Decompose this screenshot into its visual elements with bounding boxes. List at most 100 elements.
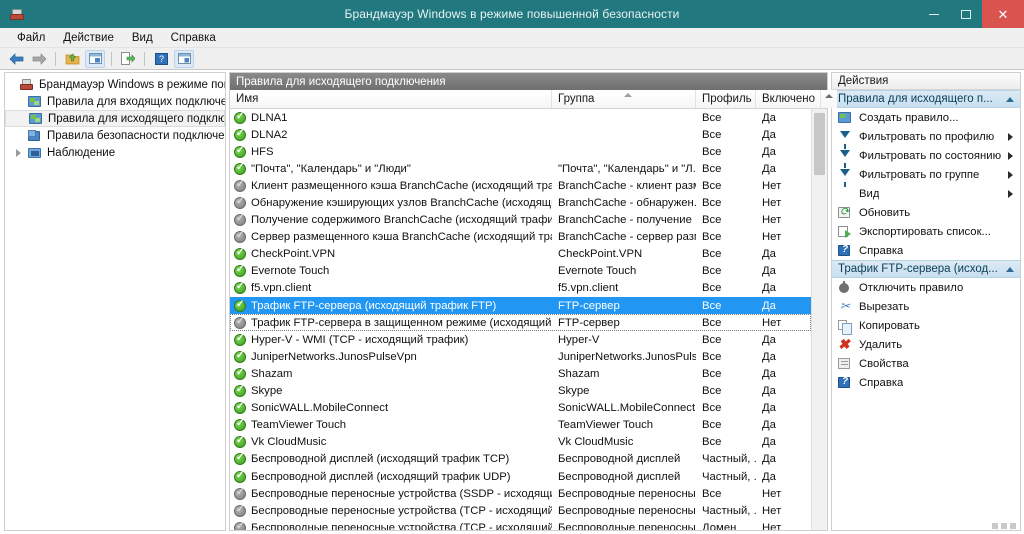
- cell-profile: Все: [696, 419, 756, 431]
- menu-help[interactable]: Справка: [162, 30, 225, 46]
- up-folder-icon[interactable]: [62, 50, 82, 68]
- rule-name: HFS: [251, 146, 274, 158]
- action-item[interactable]: Свойства: [832, 354, 1020, 373]
- submenu-arrow-icon[interactable]: [1008, 152, 1013, 160]
- table-row[interactable]: Vk CloudMusicVk CloudMusicВсеДа: [230, 434, 811, 451]
- cell-name: Беспроводные переносные устройства (TCP …: [230, 505, 552, 517]
- action-label: Вырезать: [859, 301, 909, 313]
- table-row[interactable]: JuniperNetworks.JunosPulseVpnJuniperNetw…: [230, 348, 811, 365]
- titlebar[interactable]: Брандмауэр Windows в режиме повышенной б…: [0, 0, 1024, 28]
- menu-file[interactable]: Файл: [8, 30, 54, 46]
- rule-name: DLNA2: [251, 129, 287, 141]
- table-row[interactable]: DLNA2ВсеДа: [230, 126, 811, 143]
- chevron-up-icon[interactable]: [1006, 97, 1014, 102]
- filter-icon: [838, 130, 852, 144]
- action-item[interactable]: Копировать: [832, 316, 1020, 335]
- tree-item-label: Правила для исходящего подключения: [48, 113, 224, 125]
- table-row[interactable]: Сервер размещенного кэша BranchCache (ис…: [230, 229, 811, 246]
- table-row[interactable]: Беспроводной дисплей (исходящий трафик T…: [230, 451, 811, 468]
- main-body: Брандмауэр Windows в режиме повышенно Пр…: [0, 70, 1024, 534]
- properties-icon[interactable]: [174, 50, 194, 68]
- table-row[interactable]: DLNA1ВсеДа: [230, 109, 811, 126]
- table-row[interactable]: Клиент размещенного кэша BranchCache (ис…: [230, 177, 811, 194]
- cell-group: BranchCache - сервер разм...: [552, 231, 696, 243]
- submenu-arrow-icon[interactable]: [1008, 171, 1013, 179]
- table-row[interactable]: f5.vpn.clientf5.vpn.clientВсеДа: [230, 280, 811, 297]
- cell-profile: Все: [696, 265, 756, 277]
- column-header-name[interactable]: Имя: [230, 90, 552, 108]
- scroll-up-icon[interactable]: [821, 90, 837, 108]
- table-row[interactable]: Беспроводные переносные устройства (TCP …: [230, 519, 811, 530]
- column-header-enabled[interactable]: Включено: [756, 90, 821, 108]
- table-row[interactable]: Беспроводной дисплей (исходящий трафик U…: [230, 468, 811, 485]
- menu-action[interactable]: Действие: [54, 30, 123, 46]
- action-item[interactable]: Фильтровать по группе: [832, 165, 1020, 184]
- actions-group-header[interactable]: Трафик FTP-сервера (исход...: [832, 260, 1020, 278]
- column-header-group[interactable]: Группа: [552, 90, 696, 108]
- show-tree-icon[interactable]: [85, 50, 105, 68]
- action-item[interactable]: Создать правило...: [832, 108, 1020, 127]
- scrollbar-thumb[interactable]: [814, 113, 825, 175]
- action-item[interactable]: Фильтровать по состоянию: [832, 146, 1020, 165]
- action-item[interactable]: Вид: [832, 184, 1020, 203]
- cell-enabled: Да: [756, 419, 811, 431]
- rules-rows[interactable]: DLNA1ВсеДаDLNA2ВсеДаHFSВсеДа"Почта", "Ка…: [230, 109, 811, 530]
- action-item[interactable]: Экспортировать список...: [832, 222, 1020, 241]
- menu-view[interactable]: Вид: [123, 30, 162, 46]
- close-button[interactable]: ✕: [982, 0, 1024, 28]
- table-row[interactable]: Получение содержимого BranchCache (исход…: [230, 212, 811, 229]
- forward-icon[interactable]: [29, 50, 49, 68]
- action-item[interactable]: Фильтровать по профилю: [832, 127, 1020, 146]
- action-item[interactable]: Отключить правило: [832, 278, 1020, 297]
- tree-item-outbound-rules[interactable]: Правила для исходящего подключения: [5, 110, 225, 127]
- list-vertical-scrollbar[interactable]: [811, 109, 827, 530]
- tree-item-connection-security-rules[interactable]: Правила безопасности подключения: [5, 127, 225, 144]
- table-row[interactable]: Hyper-V - WMI (TCP - исходящий трафик)Hy…: [230, 331, 811, 348]
- action-item[interactable]: Справка: [832, 241, 1020, 260]
- rule-name: Беспроводные переносные устройства (TCP …: [251, 505, 552, 517]
- action-item[interactable]: ✖Удалить: [832, 335, 1020, 354]
- table-row[interactable]: CheckPoint.VPNCheckPoint.VPNВсеДа: [230, 246, 811, 263]
- cell-enabled: Да: [756, 334, 811, 346]
- submenu-arrow-icon[interactable]: [1008, 133, 1013, 141]
- action-item[interactable]: Обновить: [832, 203, 1020, 222]
- actions-group-header[interactable]: Правила для исходящего п...: [832, 90, 1020, 108]
- tree-item-inbound-rules[interactable]: Правила для входящих подключений: [5, 93, 225, 110]
- maximize-button[interactable]: [950, 0, 982, 28]
- table-row[interactable]: ShazamShazamВсеДа: [230, 365, 811, 382]
- cell-name: Сервер размещенного кэша BranchCache (ис…: [230, 231, 552, 243]
- table-row[interactable]: "Почта", "Календарь" и "Люди""Почта", "К…: [230, 160, 811, 177]
- table-row[interactable]: TeamViewer TouchTeamViewer TouchВсеДа: [230, 417, 811, 434]
- minimize-button[interactable]: [918, 0, 950, 28]
- chevron-up-icon[interactable]: [1006, 267, 1014, 272]
- chevron-right-icon[interactable]: [13, 149, 23, 157]
- rule-enabled-icon: [234, 282, 246, 294]
- action-item[interactable]: ✂Вырезать: [832, 297, 1020, 316]
- table-row[interactable]: Беспроводные переносные устройства (TCP …: [230, 502, 811, 519]
- cell-group: Беспроводные переносны...: [552, 522, 696, 530]
- submenu-arrow-icon[interactable]: [1008, 190, 1013, 198]
- help-icon[interactable]: ?: [151, 50, 171, 68]
- resize-grip[interactable]: [992, 523, 1016, 529]
- action-label: Удалить: [859, 339, 902, 351]
- monitoring-icon: [27, 146, 43, 160]
- console-tree[interactable]: Брандмауэр Windows в режиме повышенно Пр…: [4, 72, 226, 531]
- table-row[interactable]: SkypeSkypeВсеДа: [230, 383, 811, 400]
- table-row[interactable]: Обнаружение кэширующих узлов BranchCache…: [230, 194, 811, 211]
- action-item[interactable]: Справка: [832, 373, 1020, 392]
- column-header-profile[interactable]: Профиль: [696, 90, 756, 108]
- tree-item-firewall-root[interactable]: Брандмауэр Windows в режиме повышенно: [5, 76, 225, 93]
- table-row[interactable]: SonicWALL.MobileConnectSonicWALL.MobileC…: [230, 400, 811, 417]
- table-row[interactable]: HFSВсеДа: [230, 143, 811, 160]
- cell-enabled: Да: [756, 265, 811, 277]
- back-icon[interactable]: [6, 50, 26, 68]
- table-row[interactable]: Трафик FTP-сервера (исходящий трафик FTP…: [230, 297, 811, 314]
- tree-item-monitoring[interactable]: Наблюдение: [5, 144, 225, 161]
- cell-group: f5.vpn.client: [552, 282, 696, 294]
- table-row[interactable]: Трафик FTP-сервера в защищенном режиме (…: [230, 314, 811, 331]
- table-row[interactable]: Беспроводные переносные устройства (SSDP…: [230, 485, 811, 502]
- table-row[interactable]: Evernote TouchEvernote TouchВсеДа: [230, 263, 811, 280]
- cell-enabled: Нет: [756, 505, 811, 517]
- cell-name: Трафик FTP-сервера (исходящий трафик FTP…: [230, 300, 552, 312]
- export-list-icon[interactable]: [118, 50, 138, 68]
